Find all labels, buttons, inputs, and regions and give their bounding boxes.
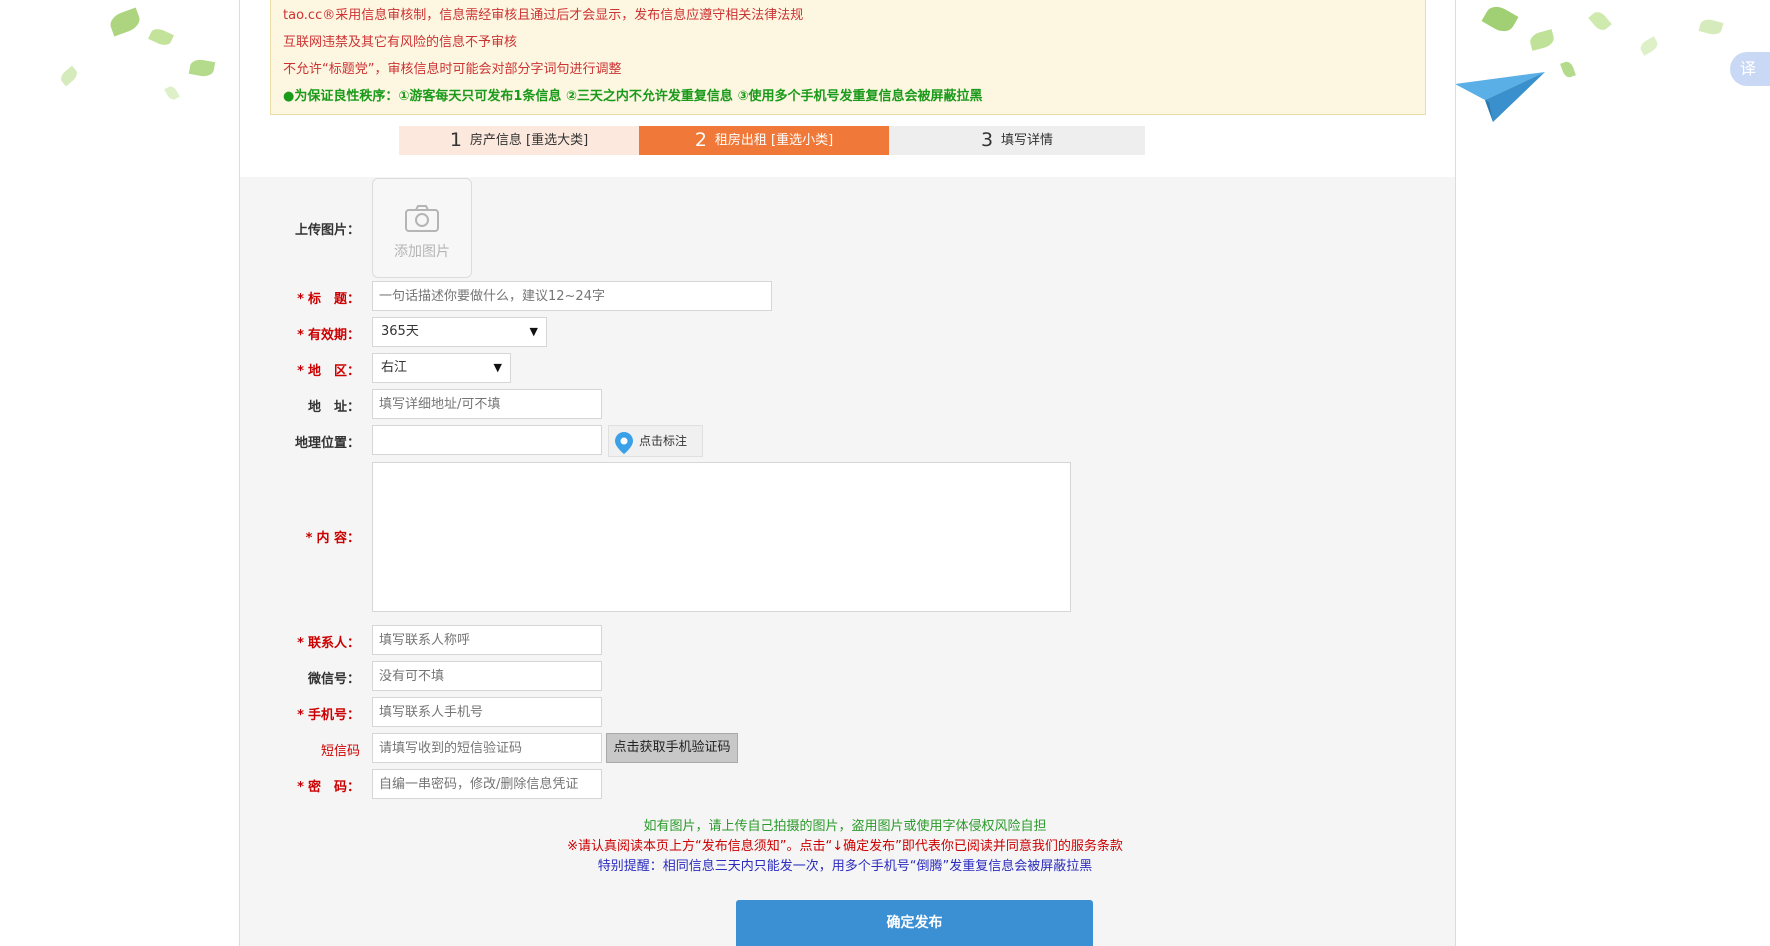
contact-label: * 联系人： [240, 632, 360, 651]
validity-label: * 有效期： [240, 324, 360, 343]
image-copyright-note: 如有图片，请上传自己拍摄的图片，盗用图片或使用字体侵权风险自担 [643, 819, 1047, 834]
leaf-decoration [1588, 8, 1612, 34]
required-mark: * [297, 780, 304, 795]
step-2-subcategory[interactable]: 2 租房出租 [重选小类] [639, 126, 889, 155]
leaf-decoration [1481, 1, 1519, 37]
step-label: 填写详情 [1001, 133, 1054, 148]
required-mark: * [305, 531, 313, 546]
step-number: 3 [980, 129, 994, 151]
region-label: * 地 区： [240, 360, 360, 379]
title-input[interactable] [372, 281, 772, 311]
contact-input[interactable] [372, 625, 602, 655]
notice-line: 互联网违禁及其它有风险的信息不予审核 [283, 35, 518, 50]
leaf-decoration [1528, 29, 1556, 51]
mark-location-text: 点击标注 [639, 434, 688, 448]
notice-line: tao.cc®采用信息审核制，信息需经审核且通过后才会显示，发布信息应遵守相关法… [283, 8, 804, 23]
camera-icon [405, 205, 439, 232]
content-textarea[interactable] [372, 462, 1071, 612]
notice-line: 不允许“标题党”，审核信息时可能会对部分字词句进行调整 [283, 62, 622, 77]
phone-label-text: 手机号： [307, 708, 360, 723]
password-label-text: 密 码： [307, 780, 360, 795]
leaf-decoration [58, 65, 80, 87]
required-mark: * [297, 708, 304, 723]
required-mark: * [297, 292, 304, 307]
wechat-input[interactable] [372, 661, 602, 691]
contact-label-text: 联系人： [307, 636, 360, 651]
title-label-text: 标 题： [307, 292, 360, 307]
required-mark: * [297, 636, 304, 651]
wechat-label: 微信号： [307, 672, 360, 687]
phone-input[interactable] [372, 697, 602, 727]
validity-select[interactable]: 365天 ▼ [372, 317, 547, 347]
leaf-decoration [1560, 60, 1576, 79]
chevron-down-icon: ▼ [529, 325, 538, 338]
title-label: * 标 题： [240, 288, 360, 307]
phone-label: * 手机号： [240, 704, 360, 723]
step-label: 租房出租 [重选小类] [714, 133, 834, 148]
leaf-decoration [148, 26, 174, 48]
paper-plane-icon [1455, 72, 1545, 122]
leaf-decoration [1638, 36, 1660, 56]
address-label: 地 址： [307, 400, 360, 415]
step-number: 2 [694, 129, 707, 151]
step-number: 1 [449, 129, 462, 151]
leaf-decoration [164, 84, 180, 102]
step-3-details: 3 填写详情 [889, 126, 1145, 155]
validity-label-text: 有效期： [307, 328, 360, 343]
leaf-decoration [107, 7, 143, 37]
translate-button[interactable]: 译 [1730, 52, 1770, 86]
leaf-decoration [1698, 17, 1724, 37]
terms-note: ※请认真阅读本页上方“发布信息须知”。点击“↓确定发布”即代表你已阅读并同意我们… [567, 839, 1123, 854]
password-label: * 密 码： [240, 776, 360, 795]
duplicate-warning-note: 特别提醒：相同信息三天内只能发一次，用多个手机号“倒腾”发重复信息会被屏蔽拉黑 [597, 859, 1093, 874]
address-input[interactable] [372, 389, 602, 419]
region-value: 右江 [381, 360, 408, 375]
get-sms-code-button[interactable]: 点击获取手机验证码 [606, 733, 738, 763]
validity-value: 365天 [381, 324, 419, 339]
password-input[interactable] [372, 769, 602, 799]
map-pin-icon [615, 432, 633, 454]
chevron-down-icon: ▼ [493, 361, 502, 374]
content-label: * 内 容： [240, 527, 360, 546]
geo-input[interactable] [372, 425, 602, 455]
required-mark: * [297, 364, 304, 379]
step-label: 房产信息 [重选大类] [469, 133, 589, 148]
leaf-decoration [188, 58, 216, 78]
add-image-button[interactable]: 添加图片 [372, 178, 472, 278]
required-mark: * [297, 328, 304, 343]
sms-code-label: 短信码 [320, 744, 360, 759]
submit-button[interactable]: 确定发布 [736, 900, 1093, 946]
sms-code-input[interactable] [372, 733, 602, 763]
mark-location-button[interactable]: 点击标注 [608, 425, 703, 457]
publish-notice: tao.cc®采用信息审核制，信息需经审核且通过后才会显示，发布信息应遵守相关法… [270, 0, 1426, 115]
geo-label: 地理位置： [294, 436, 360, 451]
add-image-text: 添加图片 [394, 244, 450, 260]
region-select[interactable]: 右江 ▼ [372, 353, 511, 383]
notice-rules: ●为保证良性秩序：①游客每天只可发布1条信息 ②三天之内不允许发重复信息 ③使用… [283, 89, 983, 104]
upload-label: 上传图片： [294, 223, 360, 238]
content-label-text: 内 容： [316, 531, 360, 546]
region-label-text: 地 区： [307, 364, 360, 379]
step-1-category[interactable]: 1 房产信息 [重选大类] [399, 126, 639, 155]
